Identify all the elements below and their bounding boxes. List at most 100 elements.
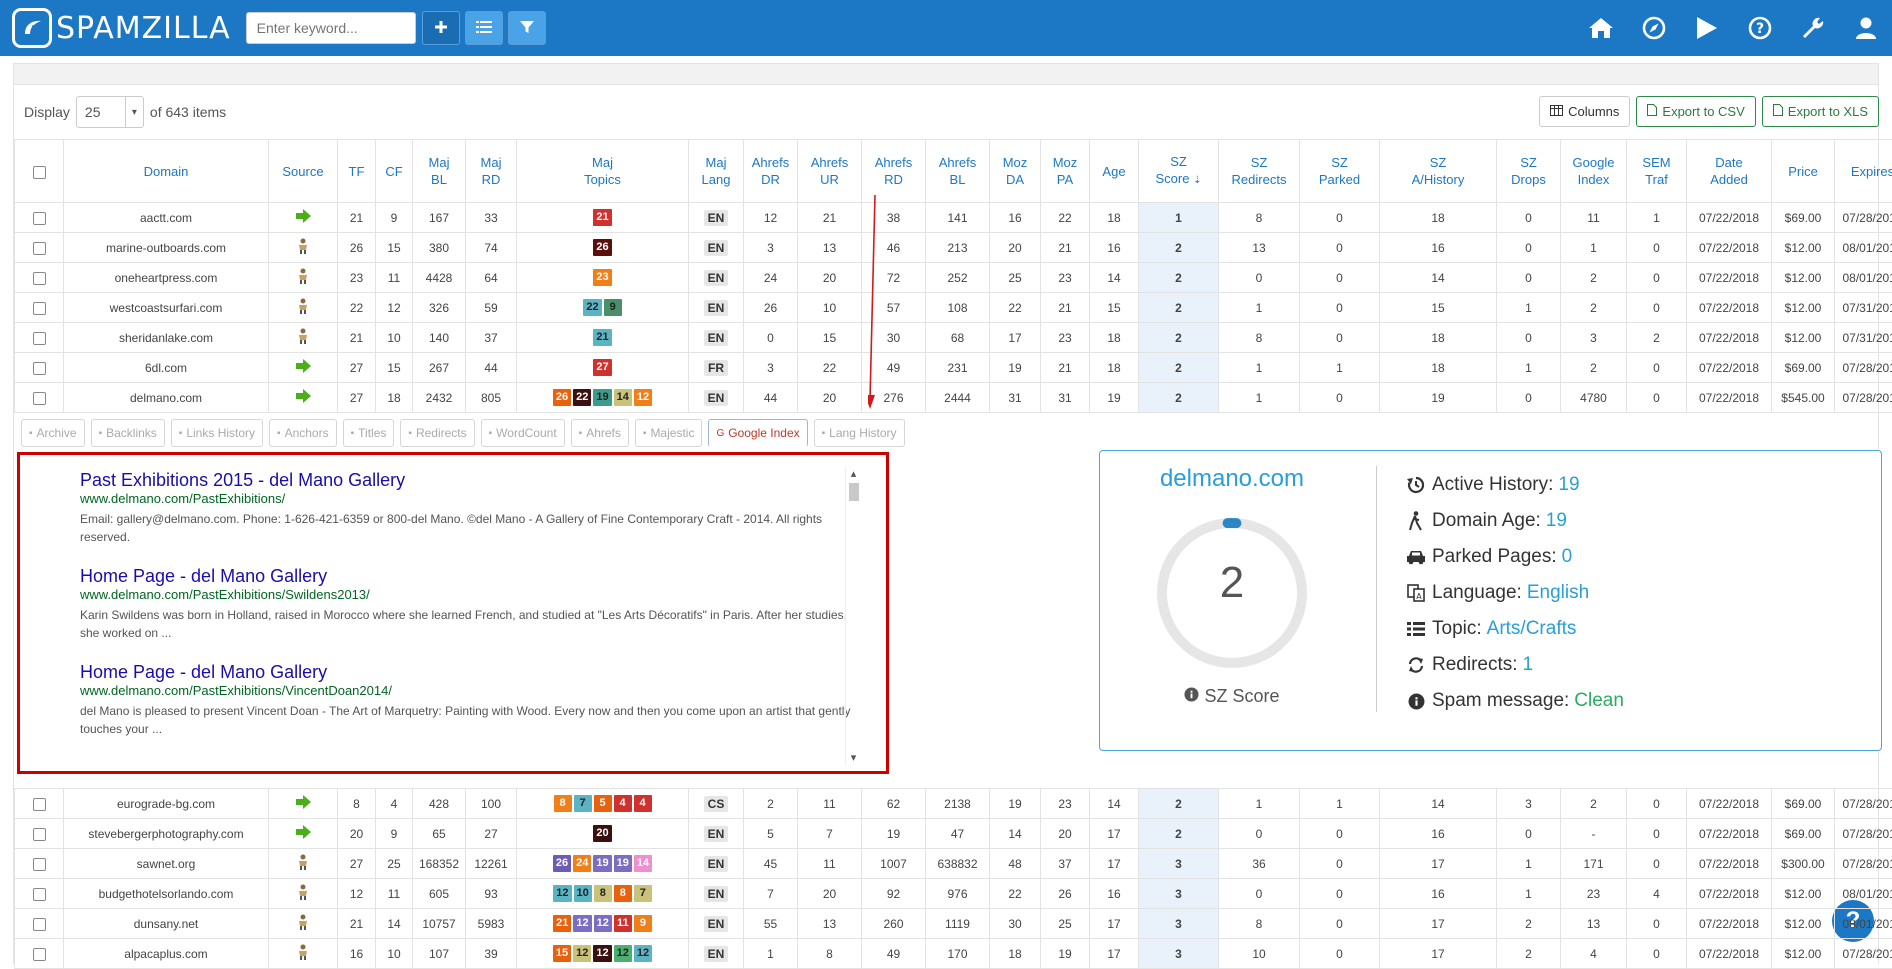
domain-cell[interactable]: delmano.com	[64, 383, 269, 413]
tab-google-index[interactable]: GGoogle Index	[708, 419, 807, 447]
row-checkbox[interactable]	[15, 263, 64, 293]
tab-archive[interactable]: ▪Archive	[21, 419, 85, 447]
topic-badge[interactable]: 11	[614, 915, 632, 932]
scroll-thumb[interactable]	[849, 483, 859, 501]
topic-badge[interactable]: 19	[593, 855, 611, 872]
tab-majestic[interactable]: ▪Majestic	[635, 419, 703, 447]
page-size-select[interactable]: 25 ▾	[76, 96, 144, 128]
domain-cell[interactable]: 6dl.com	[64, 353, 269, 383]
row-checkbox[interactable]	[15, 849, 64, 879]
topic-badge[interactable]: 4	[634, 795, 652, 812]
table-row[interactable]: oneheartpress.com231144286423EN242072252…	[15, 263, 1892, 293]
header-sz-parked[interactable]: SZParked	[1300, 140, 1380, 203]
header-source[interactable]: Source	[269, 140, 338, 203]
header-ahrefs-ur[interactable]: AhrefsUR	[798, 140, 862, 203]
help-circle-icon[interactable]: ?	[1733, 0, 1786, 56]
result-title-link[interactable]: Past Exhibitions 2015 - del Mano Gallery	[80, 469, 860, 491]
header-maj-topics[interactable]: MajTopics	[517, 140, 689, 203]
header-expires[interactable]: Expires	[1835, 140, 1892, 203]
table-row[interactable]: westcoastsurfari.com221232659229EN261057…	[15, 293, 1892, 323]
topic-badge[interactable]: 12	[573, 915, 591, 932]
domain-cell[interactable]: sheridanlake.com	[64, 323, 269, 353]
info-domain-link[interactable]: delmano.com	[1100, 465, 1364, 493]
result-title-link[interactable]: Home Page - del Mano Gallery	[80, 565, 860, 587]
table-row[interactable]: stevebergerphotography.com209652720EN571…	[15, 819, 1892, 849]
topic-badge[interactable]: 22	[573, 389, 591, 406]
domain-cell[interactable]: alpacaplus.com	[64, 939, 269, 969]
header-ahrefs-bl[interactable]: AhrefsBL	[926, 140, 990, 203]
row-checkbox[interactable]	[15, 939, 64, 969]
header-google-index[interactable]: GoogleIndex	[1561, 140, 1627, 203]
export-xls-button[interactable]: Export to XLS	[1762, 96, 1879, 127]
topic-badge[interactable]: 12	[594, 915, 612, 932]
header-sz-drops[interactable]: SZDrops	[1497, 140, 1561, 203]
row-checkbox[interactable]	[15, 789, 64, 819]
topic-badge[interactable]: 12	[573, 945, 591, 962]
topic-badge[interactable]: 19	[593, 389, 611, 406]
topic-badge[interactable]: 4	[614, 795, 632, 812]
header-domain[interactable]: Domain	[64, 140, 269, 203]
table-row[interactable]: sheridanlake.com21101403721EN01530681723…	[15, 323, 1892, 353]
domain-cell[interactable]: aactt.com	[64, 203, 269, 233]
tab-titles[interactable]: ▪Titles	[343, 419, 395, 447]
header-moz-pa[interactable]: MozPA	[1041, 140, 1090, 203]
topic-badge[interactable]: 23	[593, 269, 611, 286]
tab-wordcount[interactable]: ▪WordCount	[481, 419, 565, 447]
user-icon[interactable]	[1839, 0, 1892, 56]
header-ahrefs-rd[interactable]: AhrefsRD	[862, 140, 926, 203]
row-checkbox[interactable]	[15, 323, 64, 353]
topic-badge[interactable]: 24	[573, 855, 591, 872]
row-checkbox[interactable]	[15, 879, 64, 909]
domain-cell[interactable]: stevebergerphotography.com	[64, 819, 269, 849]
topic-badge[interactable]: 8	[554, 795, 572, 812]
header-moz-da[interactable]: MozDA	[990, 140, 1041, 203]
domain-cell[interactable]: oneheartpress.com	[64, 263, 269, 293]
table-row[interactable]: aactt.com2191673321EN1221381411622181801…	[15, 203, 1892, 233]
topic-badge[interactable]: 14	[614, 389, 632, 406]
tab-anchors[interactable]: ▪Anchors	[269, 419, 337, 447]
header-sz-redirects[interactable]: SZRedirects	[1219, 140, 1300, 203]
tab-backlinks[interactable]: ▪Backlinks	[91, 419, 165, 447]
domain-cell[interactable]: sawnet.org	[64, 849, 269, 879]
add-button[interactable]	[422, 11, 460, 45]
domain-cell[interactable]: dunsany.net	[64, 909, 269, 939]
header-tf[interactable]: TF	[338, 140, 376, 203]
table-row[interactable]: sawnet.org2725168352122612624191914EN451…	[15, 849, 1892, 879]
stat-value[interactable]: Arts/Crafts	[1487, 618, 1577, 640]
topic-badge[interactable]: 12	[614, 945, 632, 962]
spamzilla-logo[interactable]: SPAMZILLA	[12, 0, 231, 56]
row-checkbox[interactable]	[15, 203, 64, 233]
topic-badge[interactable]: 8	[614, 885, 632, 902]
row-checkbox[interactable]	[15, 233, 64, 263]
topic-badge[interactable]: 19	[614, 855, 632, 872]
topic-badge[interactable]: 10	[574, 885, 592, 902]
wrench-icon[interactable]	[1786, 0, 1839, 56]
stat-value[interactable]: 19	[1558, 474, 1579, 496]
topic-badge[interactable]: 20	[593, 825, 611, 842]
header-sz-score[interactable]: SZScore ⇣	[1139, 140, 1219, 203]
row-checkbox[interactable]	[15, 909, 64, 939]
topic-badge[interactable]: 5	[594, 795, 612, 812]
home-icon[interactable]	[1574, 0, 1627, 56]
row-checkbox[interactable]	[15, 383, 64, 413]
header-maj-rd[interactable]: MajRD	[466, 140, 517, 203]
tab-redirects[interactable]: ▪Redirects	[400, 419, 474, 447]
export-csv-button[interactable]: Export to CSV	[1636, 96, 1755, 127]
stat-value[interactable]: 1	[1523, 654, 1534, 676]
table-row[interactable]: dunsany.net2114107575983211212119EN55132…	[15, 909, 1892, 939]
topic-badge[interactable]: 14	[634, 855, 652, 872]
topic-badge[interactable]: 7	[574, 795, 592, 812]
list-view-button[interactable]	[465, 11, 503, 45]
topic-badge[interactable]: 12	[634, 389, 652, 406]
row-checkbox[interactable]	[15, 293, 64, 323]
tab-ahrefs[interactable]: ▪Ahrefs	[571, 419, 629, 447]
play-icon[interactable]	[1680, 0, 1733, 56]
domain-cell[interactable]: budgethotelsorlando.com	[64, 879, 269, 909]
tab-lang-history[interactable]: ▪Lang History	[814, 419, 905, 447]
domain-cell[interactable]: marine-outboards.com	[64, 233, 269, 263]
compass-icon[interactable]	[1627, 0, 1680, 56]
stat-value[interactable]: 19	[1546, 510, 1567, 532]
header-price[interactable]: Price	[1772, 140, 1835, 203]
topic-badge[interactable]: 7	[634, 885, 652, 902]
topic-badge[interactable]: 26	[553, 389, 571, 406]
